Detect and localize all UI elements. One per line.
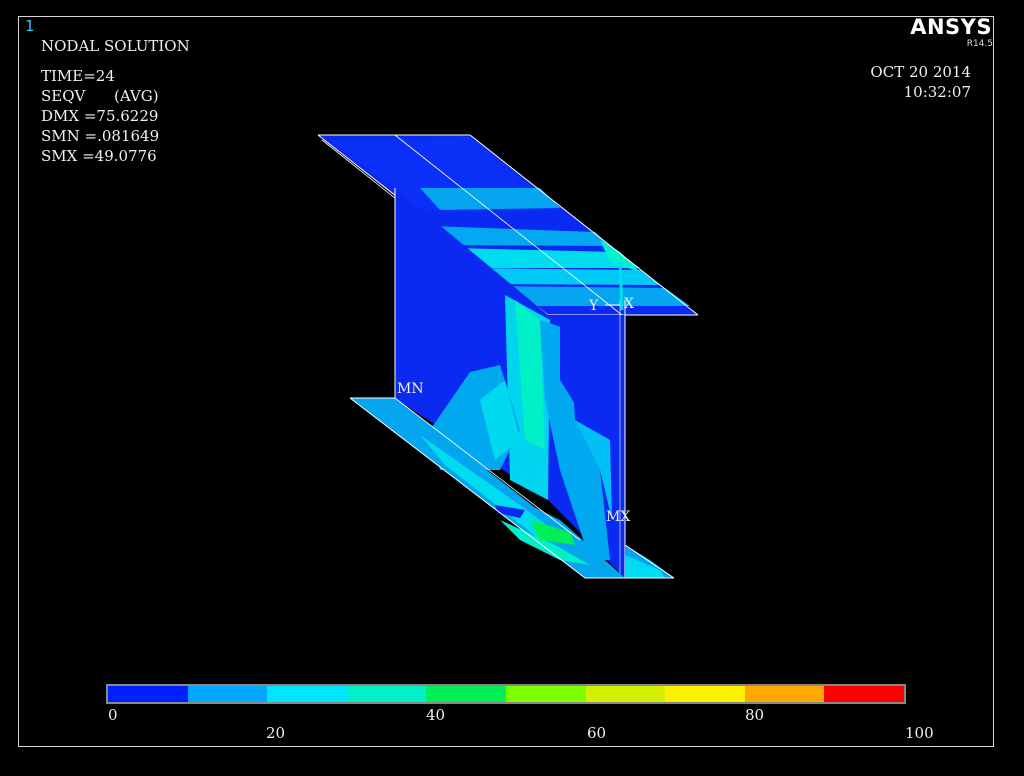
- legend-color-swatch: [824, 686, 904, 702]
- legend-label-bottom: 20: [266, 724, 286, 742]
- axis-triad-line: [618, 261, 624, 311]
- legend-label-top: 40: [426, 706, 446, 724]
- legend-color-swatch: [346, 686, 427, 702]
- axis-x-label: X: [624, 296, 634, 312]
- contour-model-view[interactable]: [0, 0, 1024, 776]
- legend-color-swatch: [426, 686, 506, 702]
- legend-color-swatch: [505, 686, 586, 702]
- legend-label-top: 0: [108, 706, 118, 724]
- contour-legend-bar: [106, 684, 906, 704]
- legend-label-bottom: 60: [587, 724, 607, 742]
- min-marker: MN: [397, 381, 424, 397]
- axis-y-label: Y: [589, 298, 599, 314]
- legend-label-top: 80: [745, 706, 765, 724]
- legend-color-swatch: [267, 686, 347, 702]
- legend-color-swatch: [744, 686, 825, 702]
- max-marker: MX: [606, 509, 631, 525]
- legend-label-bottom: 100: [905, 724, 934, 742]
- legend-color-swatch: [187, 686, 268, 702]
- legend-color-swatch: [665, 686, 745, 702]
- legend-color-swatch: [585, 686, 666, 702]
- legend-color-swatch: [108, 686, 188, 702]
